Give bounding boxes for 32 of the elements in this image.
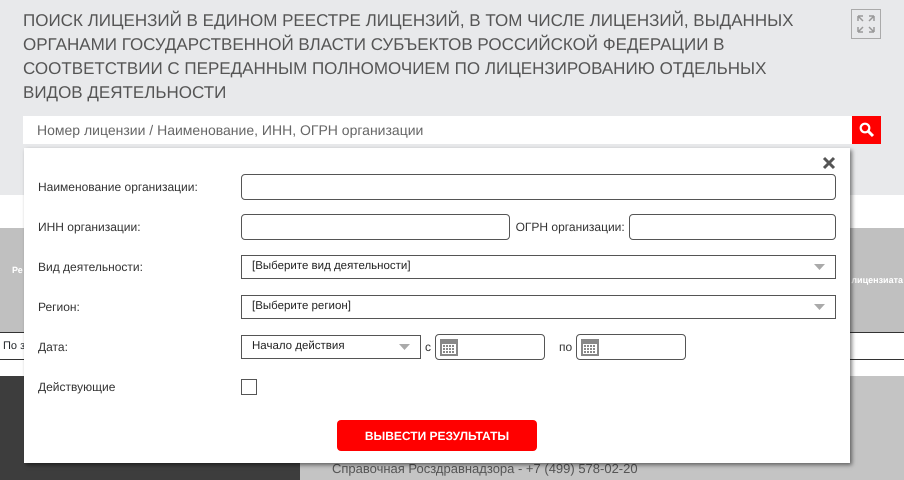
field-label: по bbox=[559, 339, 572, 356]
field-label: Регион: bbox=[38, 299, 81, 316]
caret-icon bbox=[399, 344, 410, 350]
footer-phone: Справочная Росздравнадзора - +7 (499) 578-02-20 bbox=[332, 460, 638, 478]
date-field[interactable] bbox=[435, 334, 545, 360]
search-button[interactable] bbox=[852, 116, 881, 144]
field-label: Наименование организации: bbox=[38, 179, 199, 196]
submit-button[interactable]: ВЫВЕСТИ РЕЗУЛЬТАТЫ bbox=[337, 420, 537, 451]
search-field[interactable]: Номер лицензии / Наименование, ИНН, ОГРН организации bbox=[23, 116, 852, 144]
dropdown[interactable]: [Выберите регион] bbox=[241, 295, 836, 319]
text-field[interactable] bbox=[241, 214, 510, 240]
caret-icon bbox=[814, 304, 825, 310]
text-field[interactable] bbox=[628, 214, 836, 240]
dropdown[interactable]: Начало действия bbox=[241, 335, 421, 359]
page-title: ПОИСК ЛИЦЕНЗИЙ В ЕДИНОМ РЕЕСТРЕ ЛИЦЕНЗИЙ, В ТОМ ЧИСЛЕ ЛИЦЕНЗИЙ, ВЫДАННЫХ ОРГАНАМИ ГОСУДАРСТВЕННОЙ ВЛАСТИ СУБЪЕКТОВ РОССИЙСКОЙ ФЕДЕРАЦИИ В СООТВЕТСТВИИ С ПЕРЕДАННЫМ ПОЛНОМОЧИЕМ ПО ЛИЦЕНЗИРОВАНИЮ ОТДЕЛЬНЫХ ВИДОВ ДЕЯТЕЛЬНОСТИ bbox=[23, 10, 794, 104]
close-button[interactable] bbox=[822, 156, 836, 170]
calendar-icon bbox=[580, 337, 600, 357]
field-label: Вид деятельности: bbox=[38, 259, 144, 276]
checkbox[interactable] bbox=[241, 379, 257, 395]
calendar-icon bbox=[439, 337, 459, 357]
caret-icon bbox=[814, 264, 825, 270]
text-field[interactable] bbox=[241, 174, 836, 200]
field-label: Дата: bbox=[38, 339, 69, 356]
dropdown[interactable]: [Выберите вид деятельности] bbox=[241, 255, 836, 279]
date-field[interactable] bbox=[576, 334, 686, 360]
field-label: ОГРН организации: bbox=[516, 219, 625, 236]
field-label: ИНН организации: bbox=[38, 219, 142, 236]
search-icon bbox=[858, 122, 874, 138]
field-label: с bbox=[425, 339, 431, 356]
column-header: лицензиата bbox=[851, 274, 903, 287]
field-label: Действующие bbox=[38, 379, 116, 396]
column-header: Ре bbox=[12, 264, 23, 277]
